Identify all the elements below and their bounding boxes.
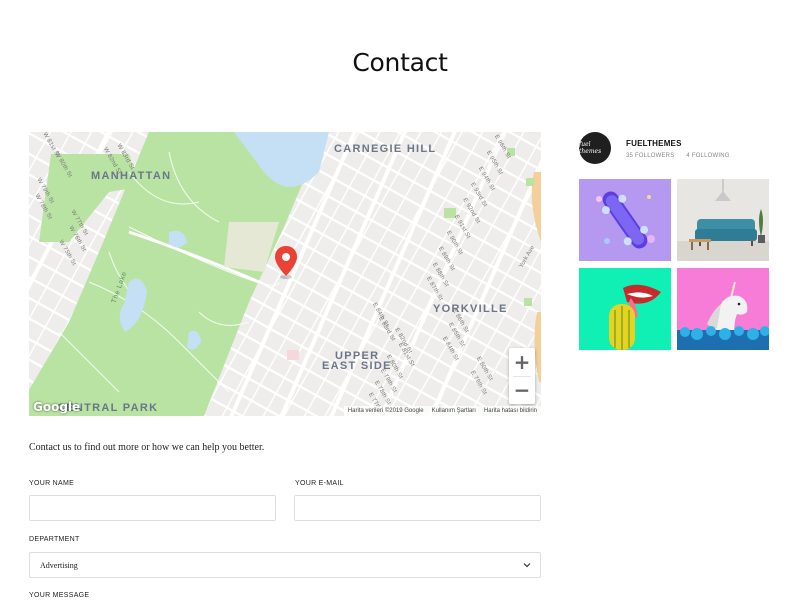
name-label: YOUR NAME: [29, 480, 75, 487]
name-field[interactable]: [29, 495, 276, 521]
page-title: Contact: [352, 48, 448, 77]
map-attribution: Harita verileri ©2019 Google Kullanım Şa…: [343, 406, 541, 416]
sofa-image-icon: [677, 179, 769, 261]
terms-link[interactable]: Kullanım Şartları: [432, 408, 476, 414]
instagram-photo[interactable]: [579, 179, 671, 261]
followers-count: 35 FOLLOWERS: [626, 153, 675, 159]
zoom-out-button[interactable]: −: [509, 376, 535, 404]
map-data-credit: Harita verileri ©2019 Google: [347, 408, 424, 414]
instagram-photo[interactable]: [579, 268, 671, 350]
department-label: DEPARTMENT: [29, 536, 80, 543]
neighborhood-label: YORKVILLE: [433, 303, 508, 315]
neighborhood-label: CARNEGIE HILL: [334, 143, 437, 155]
google-logo[interactable]: Google: [33, 400, 80, 414]
department-selected-value: Advertising: [40, 560, 78, 570]
chevron-down-icon: [523, 563, 531, 568]
email-field[interactable]: [294, 495, 541, 521]
skateboard-image-icon: [596, 191, 655, 249]
instagram-username[interactable]: FUELTHEMES: [626, 139, 682, 148]
department-select[interactable]: Advertising: [29, 552, 541, 578]
zoom-controls: + −: [509, 348, 535, 404]
zoom-in-button[interactable]: +: [509, 348, 535, 376]
neighborhood-label: MANHATTAN: [91, 170, 172, 182]
location-map[interactable]: MANHATTAN CARNEGIE HILL YORKVILLE UPPER …: [29, 132, 541, 416]
location-pin-icon[interactable]: [274, 245, 298, 279]
instagram-photo[interactable]: [677, 268, 769, 350]
form-intro: Contact us to find out more or how we ca…: [29, 442, 265, 453]
cactus-lips-image-icon: [609, 284, 661, 350]
message-label: YOUR MESSAGE: [29, 592, 90, 599]
instagram-avatar[interactable]: fuel themes: [579, 132, 611, 164]
following-count: 4 FOLLOWING: [686, 153, 730, 159]
unicorn-image-icon: [677, 281, 769, 350]
instagram-stats: 35 FOLLOWERS 4 FOLLOWING: [626, 153, 730, 159]
instagram-photo[interactable]: [677, 179, 769, 261]
zoom-divider: [513, 376, 531, 377]
email-label: YOUR E-MAIL: [295, 480, 344, 487]
report-error-link[interactable]: Harita hatası bildirin: [484, 408, 537, 414]
